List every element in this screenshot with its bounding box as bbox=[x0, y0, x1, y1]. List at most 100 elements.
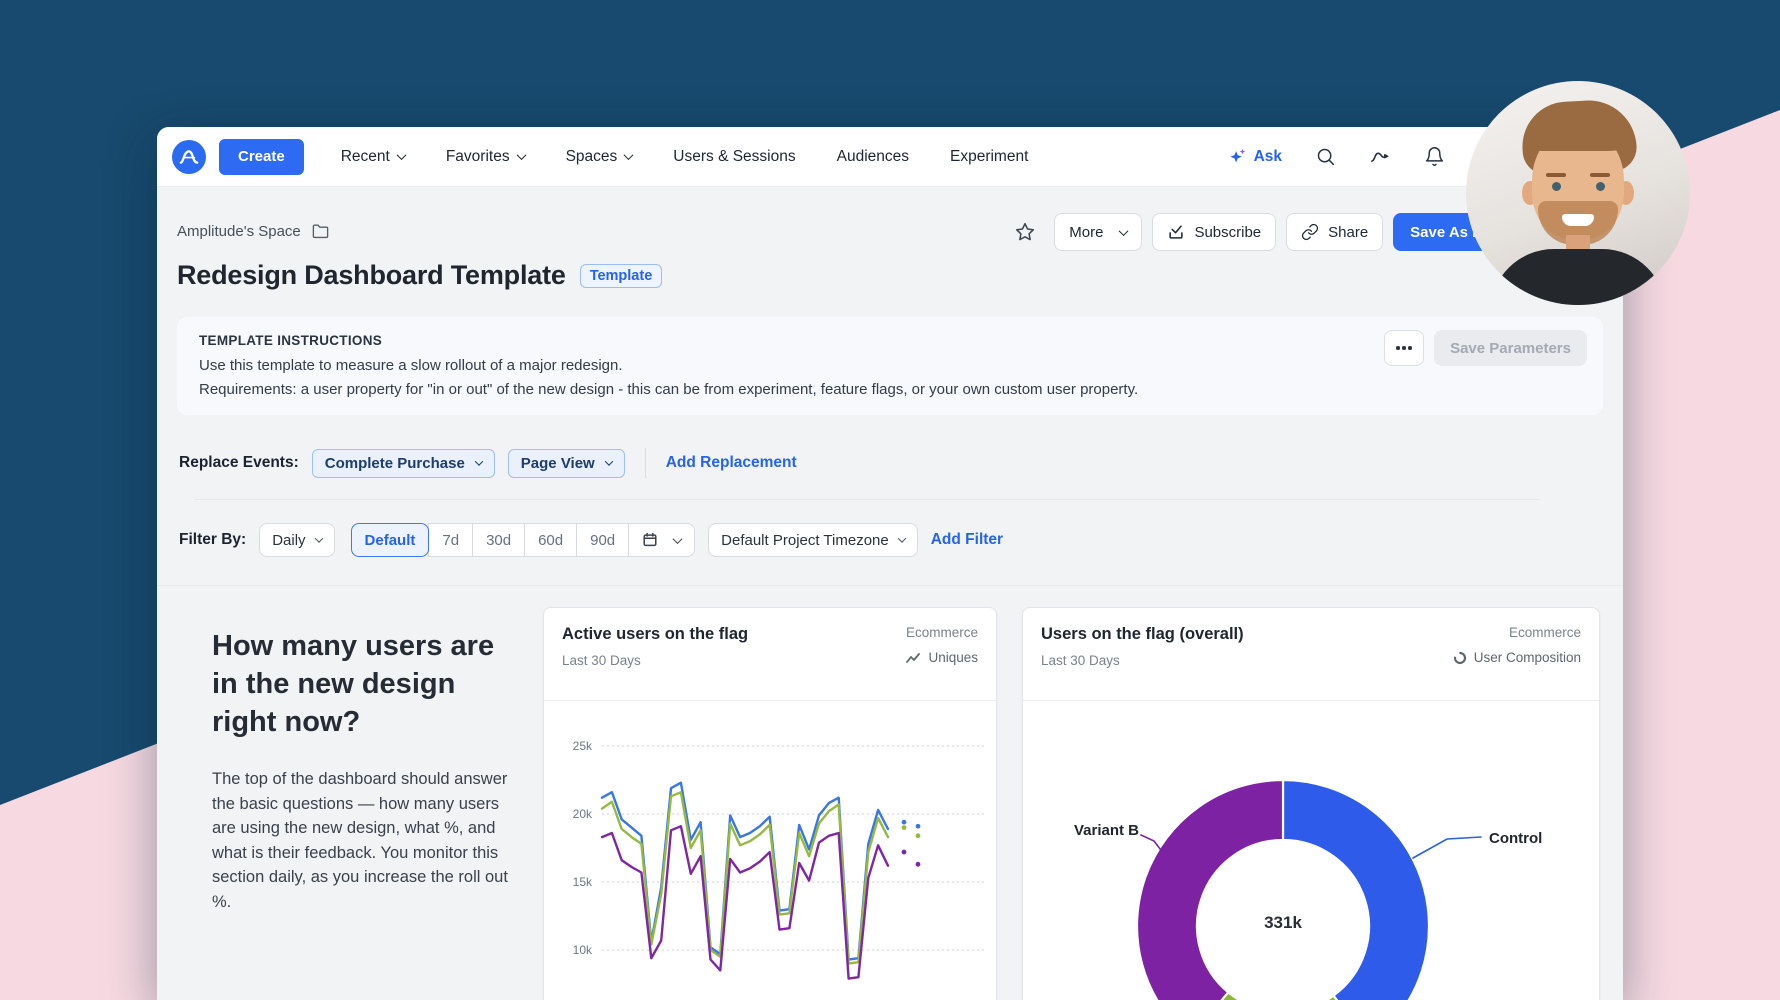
chevron-down-icon bbox=[396, 150, 406, 160]
template-instructions-panel: TEMPLATE INSTRUCTIONS Use this template … bbox=[177, 317, 1603, 415]
nav-item-label: Audiences bbox=[837, 148, 909, 166]
filter-by-label: Filter By: bbox=[179, 531, 246, 549]
card-title[interactable]: Active users on the flag bbox=[562, 625, 748, 644]
search-icon[interactable] bbox=[1315, 146, 1336, 167]
chevron-down-icon bbox=[314, 534, 322, 542]
svg-text:10k: 10k bbox=[573, 943, 593, 957]
avatar-eye bbox=[1552, 182, 1561, 191]
card-date-range: Last 30 Days bbox=[562, 653, 641, 668]
title-row: Redesign Dashboard Template Template bbox=[177, 260, 662, 291]
range-30d[interactable]: 30d bbox=[472, 523, 525, 557]
range-60d[interactable]: 60d bbox=[524, 523, 577, 557]
bell-icon[interactable] bbox=[1424, 146, 1445, 167]
screenshot-root: { "nav": { "create_label": "Create", "it… bbox=[0, 0, 1780, 1000]
event-dropdown-page-view[interactable]: Page View bbox=[508, 449, 625, 478]
sparkles-icon bbox=[1227, 147, 1247, 167]
donut-ring-icon bbox=[1453, 651, 1467, 665]
save-parameters-button[interactable]: Save Parameters bbox=[1434, 330, 1587, 366]
nav-item-label: Experiment bbox=[950, 148, 1028, 166]
subscribe-button[interactable]: Subscribe bbox=[1152, 213, 1276, 251]
vertical-divider bbox=[645, 448, 646, 478]
card-metric: User Composition bbox=[1453, 650, 1581, 665]
page-actions: More Subscribe Share Save As New bbox=[1014, 213, 1520, 251]
nav-item-label: Users & Sessions bbox=[673, 148, 795, 166]
page-title: Redesign Dashboard Template bbox=[177, 260, 566, 291]
breadcrumb[interactable]: Amplitude's Space bbox=[177, 222, 330, 241]
chevron-down-icon bbox=[516, 150, 526, 160]
product-updates-icon[interactable] bbox=[1369, 146, 1391, 168]
divider bbox=[195, 499, 1540, 500]
svg-text:25k: 25k bbox=[573, 739, 593, 753]
main-nav: Recent Favorites Spaces Users & Sessions… bbox=[341, 148, 1029, 166]
app-window: Create Recent Favorites Spaces Users & S… bbox=[157, 127, 1623, 1000]
amplitude-logo-icon[interactable] bbox=[172, 140, 206, 174]
chevron-down-icon bbox=[624, 150, 634, 160]
range-default[interactable]: Default bbox=[351, 523, 430, 557]
interval-label: Daily bbox=[272, 532, 305, 549]
avatar-shirt bbox=[1490, 249, 1666, 305]
instructions-line1: Use this template to measure a slow roll… bbox=[199, 357, 623, 374]
timezone-label: Default Project Timezone bbox=[721, 532, 889, 549]
range-7d[interactable]: 7d bbox=[428, 523, 473, 557]
ask-label: Ask bbox=[1254, 148, 1282, 166]
nav-item-recent[interactable]: Recent bbox=[341, 148, 405, 166]
overflow-menu-button[interactable] bbox=[1384, 330, 1424, 366]
nav-item-label: Spaces bbox=[566, 148, 618, 166]
interval-dropdown[interactable]: Daily bbox=[259, 523, 334, 557]
replace-events-row: Replace Events: Complete Purchase Page V… bbox=[179, 448, 797, 478]
chevron-down-icon bbox=[673, 534, 683, 544]
chevron-down-icon bbox=[1119, 226, 1129, 236]
date-range-picker-button[interactable] bbox=[628, 523, 695, 557]
nav-item-audiences[interactable]: Audiences bbox=[837, 148, 909, 166]
event-label: Page View bbox=[521, 455, 595, 472]
svg-text:20k: 20k bbox=[573, 807, 593, 821]
date-range-segmented-control: Default 7d 30d 60d 90d bbox=[351, 523, 696, 557]
top-navbar: Create Recent Favorites Spaces Users & S… bbox=[157, 127, 1623, 187]
user-avatar[interactable] bbox=[1466, 81, 1690, 305]
ask-button[interactable]: Ask bbox=[1227, 147, 1282, 167]
calendar-icon bbox=[642, 532, 658, 548]
nav-item-label: Favorites bbox=[446, 148, 510, 166]
avatar-smile bbox=[1562, 214, 1594, 226]
create-button[interactable]: Create bbox=[219, 139, 304, 175]
instructions-heading: TEMPLATE INSTRUCTIONS bbox=[199, 333, 382, 348]
more-button[interactable]: More bbox=[1054, 213, 1142, 251]
add-filter-link[interactable]: Add Filter bbox=[931, 531, 1003, 549]
nav-item-users-sessions[interactable]: Users & Sessions bbox=[673, 148, 795, 166]
trend-line-icon bbox=[906, 652, 921, 664]
card-users-overall[interactable]: Users on the flag (overall) Last 30 Days… bbox=[1022, 607, 1600, 1000]
intro-body: The top of the dashboard should answer t… bbox=[212, 767, 514, 914]
more-label: More bbox=[1069, 224, 1103, 241]
replace-events-label: Replace Events: bbox=[179, 454, 299, 472]
user-composition-donut-chart[interactable] bbox=[1023, 701, 1600, 1000]
card-date-range: Last 30 Days bbox=[1041, 653, 1120, 668]
metric-label: User Composition bbox=[1474, 650, 1581, 665]
nav-item-favorites[interactable]: Favorites bbox=[446, 148, 525, 166]
metric-label: Uniques bbox=[928, 650, 978, 665]
avatar-eyebrow bbox=[1546, 173, 1566, 177]
link-icon bbox=[1301, 223, 1319, 241]
donut-total-label: 331k bbox=[1243, 913, 1323, 933]
dashboard-intro: How many users are in the new design rig… bbox=[212, 627, 532, 914]
template-badge: Template bbox=[580, 264, 663, 288]
event-dropdown-complete-purchase[interactable]: Complete Purchase bbox=[312, 449, 495, 478]
instructions-line2: Requirements: a user property for "in or… bbox=[199, 381, 1138, 398]
card-title[interactable]: Users on the flag (overall) bbox=[1041, 625, 1244, 644]
range-90d[interactable]: 90d bbox=[576, 523, 629, 557]
card-header: Users on the flag (overall) Last 30 Days… bbox=[1023, 608, 1599, 701]
nav-item-experiment[interactable]: Experiment bbox=[950, 148, 1028, 166]
chevron-down-icon bbox=[897, 534, 905, 542]
instructions-actions: Save Parameters bbox=[1384, 330, 1587, 366]
add-replacement-link[interactable]: Add Replacement bbox=[666, 454, 797, 472]
nav-item-spaces[interactable]: Spaces bbox=[566, 148, 633, 166]
star-icon[interactable] bbox=[1014, 221, 1036, 243]
timezone-dropdown[interactable]: Default Project Timezone bbox=[708, 523, 918, 557]
active-users-line-chart[interactable]: 25k20k15k10k bbox=[544, 701, 997, 1000]
share-button[interactable]: Share bbox=[1286, 213, 1383, 251]
card-active-users[interactable]: Active users on the flag Last 30 Days Ec… bbox=[543, 607, 997, 1000]
card-project: Ecommerce bbox=[906, 625, 978, 640]
slice-label-variant-b[interactable]: Variant B bbox=[1047, 822, 1139, 839]
slice-label-control[interactable]: Control bbox=[1489, 830, 1542, 847]
filter-row: Filter By: Daily Default 7d 30d 60d 90d … bbox=[179, 522, 1003, 558]
breadcrumb-space-name[interactable]: Amplitude's Space bbox=[177, 223, 301, 240]
